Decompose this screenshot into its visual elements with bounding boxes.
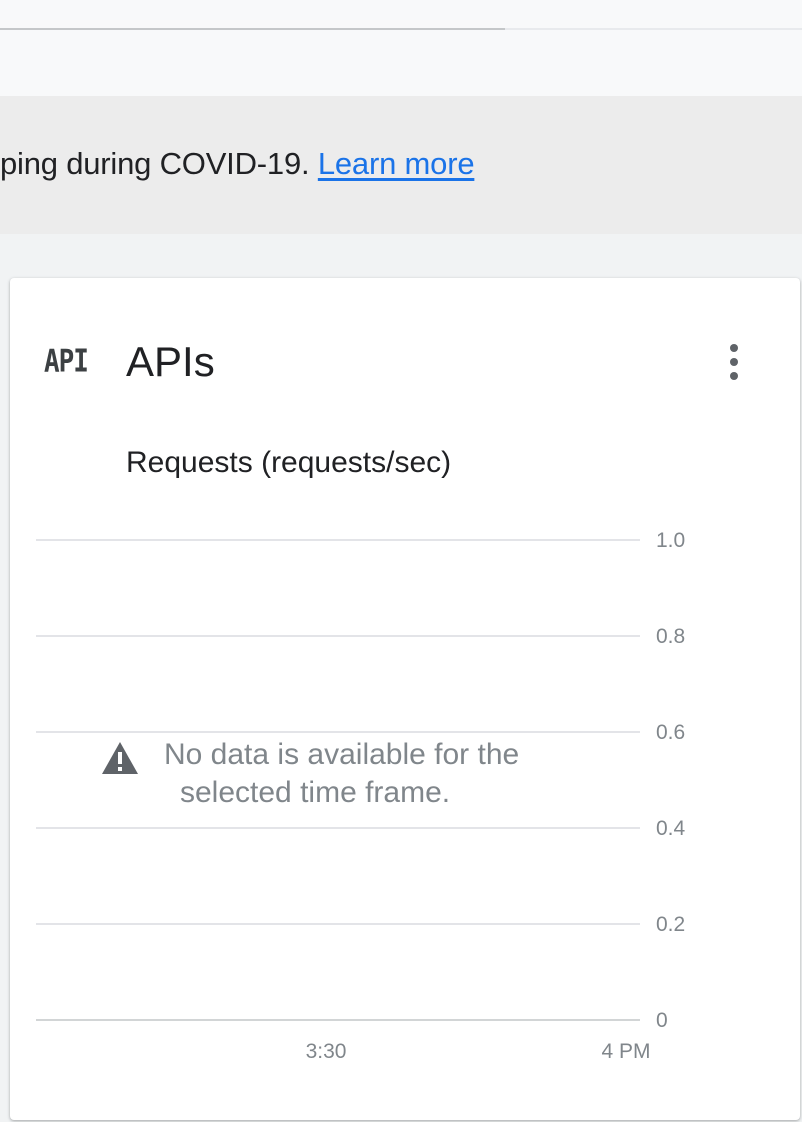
requests-chart: 1.0 0.8 0.6 0.4 0.2 0 3:30 4 PM	[36, 529, 686, 1063]
warning-icon	[102, 742, 138, 774]
y-tick-label: 0	[656, 1009, 668, 1032]
y-tick-label: 0.2	[656, 913, 685, 936]
no-data-text-line1: No data is available for the	[164, 738, 520, 771]
y-tick-label: 0.8	[656, 625, 685, 648]
x-tick-label: 4 PM	[601, 1040, 650, 1063]
y-tick-label: 0.4	[656, 817, 686, 840]
y-tick-label: 1.0	[656, 529, 685, 552]
x-tick-label: 3:30	[306, 1040, 347, 1063]
y-tick-label: 0.6	[656, 721, 685, 744]
no-data-text-line2: selected time frame.	[180, 776, 451, 809]
